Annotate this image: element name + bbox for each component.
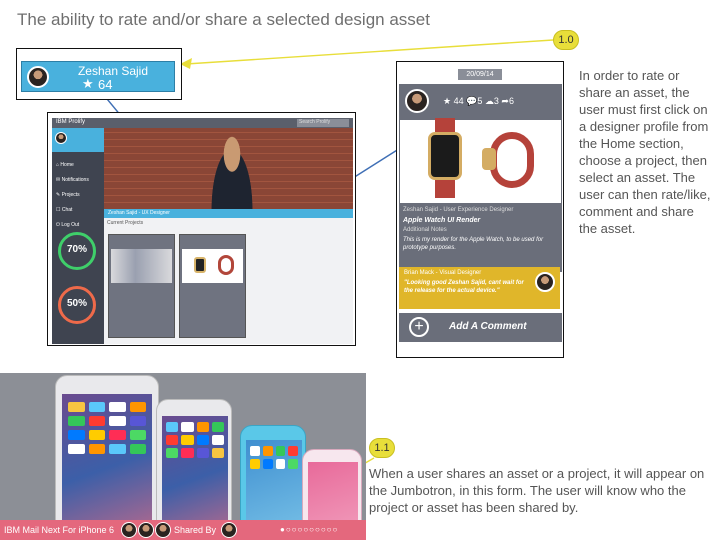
project-tile[interactable]: [108, 234, 175, 338]
phone-image: [55, 375, 159, 540]
step-badge-1-1: 1.1: [369, 438, 395, 458]
avatar: [138, 522, 154, 538]
add-comment-label: Add A Comment: [449, 321, 527, 332]
app-search-input[interactable]: Search Prolify: [297, 119, 349, 127]
watch-strap-bottom: [435, 180, 455, 198]
comment-card: Brian Mack - Visual Designer "Looking go…: [399, 267, 560, 309]
stat-value-a: 70%: [66, 244, 87, 255]
watch-side-image: [482, 148, 496, 170]
app-content: Current Projects: [104, 218, 353, 344]
asset-title: Apple Watch UI Render: [403, 217, 481, 224]
sidebar-item-projects[interactable]: ✎ Projects: [56, 188, 89, 203]
watch-image: [194, 257, 206, 273]
jumbotron-share-bar: IBM Mail Next For iPhone 6 Shared By ●○○…: [0, 520, 366, 540]
app-icons: [166, 422, 224, 458]
step-badge-1-0: 1.0: [553, 30, 579, 50]
hero-photo: [206, 133, 258, 209]
comment-text: "Looking good Zeshan Sajid, cant wait fo…: [404, 280, 524, 294]
add-comment-button[interactable]: + Add A Comment: [399, 313, 562, 342]
sidebar-item-logout[interactable]: ⏻ Log Out: [56, 218, 89, 233]
avatar: [55, 132, 67, 144]
profile-score: 64: [98, 77, 113, 92]
sidebar-item-chat[interactable]: ☐ Chat: [56, 203, 89, 218]
avatar: [121, 522, 137, 538]
asset-designer: Zeshan Sajid - User Experience Designer: [403, 207, 514, 213]
upload-icon[interactable]: ☁: [485, 96, 494, 106]
asset-notes: This is my render for the Apple Watch, t…: [403, 237, 544, 251]
watch-band-loop: [490, 132, 534, 188]
plus-icon: +: [409, 317, 429, 337]
app-icons: [250, 446, 298, 469]
phone-image: [156, 399, 232, 540]
stat-value-b: 50%: [66, 298, 87, 309]
tile-image: [111, 249, 172, 283]
sidebar-item-notifications[interactable]: ✉ Notifications: [56, 173, 89, 188]
avatar: [221, 522, 237, 538]
asset-image[interactable]: [400, 118, 561, 203]
avatar: [27, 66, 49, 88]
app-icons: [68, 402, 146, 454]
watch-strap-top: [435, 118, 455, 132]
jumbotron-title: IBM Mail Next For iPhone 6: [4, 525, 115, 535]
app-sidebar: ⌂ Home ✉ Notifications ✎ Projects ☐ Chat…: [52, 128, 104, 344]
project-tile[interactable]: [179, 234, 246, 338]
comment-author: Brian Mack - Visual Designer: [404, 270, 482, 276]
star-icon: ★: [82, 76, 94, 91]
sidebar-profile[interactable]: [52, 128, 104, 152]
profile-name: Zeshan Sajid: [77, 64, 149, 78]
description-1: In order to rate or share an asset, the …: [579, 68, 711, 236]
comment-icon[interactable]: 💬: [466, 96, 477, 106]
watch-band-image: [218, 255, 234, 275]
avatar: [535, 272, 555, 292]
designer-bar-label: Zeshan Sajid - UX Designer: [108, 210, 170, 216]
share-icon[interactable]: ➦: [501, 96, 509, 106]
watch-face-image: [428, 132, 462, 180]
profile-card[interactable]: Zeshan Sajid ★ 64: [21, 61, 175, 92]
notes-label: Additional Notes: [403, 227, 447, 233]
section-title: Current Projects: [107, 220, 144, 226]
description-2: When a user shares an asset or a project…: [369, 466, 705, 515]
jumbotron: [0, 373, 366, 540]
pagination-dots[interactable]: ●○○○○○○○○○: [280, 525, 338, 534]
shared-by-label: Shared By: [174, 525, 217, 535]
star-icon[interactable]: ★: [443, 96, 451, 106]
phone-screen: [62, 394, 152, 540]
date-label: 20/09/14: [458, 69, 502, 80]
avatar: [155, 522, 171, 538]
designer-bar: Zeshan Sajid - UX Designer: [104, 209, 353, 218]
sidebar-nav: ⌂ Home ✉ Notifications ✎ Projects ☐ Chat…: [56, 158, 89, 233]
asset-stats: ★ 44 💬5 ☁3 ➦6: [443, 96, 514, 106]
app-top-bar: IBM Prolify Search Prolify: [52, 118, 353, 128]
app-brand: IBM Prolify: [56, 119, 86, 125]
avatar: [405, 89, 429, 113]
sidebar-item-home[interactable]: ⌂ Home: [56, 158, 89, 173]
tile-image: [182, 249, 243, 283]
